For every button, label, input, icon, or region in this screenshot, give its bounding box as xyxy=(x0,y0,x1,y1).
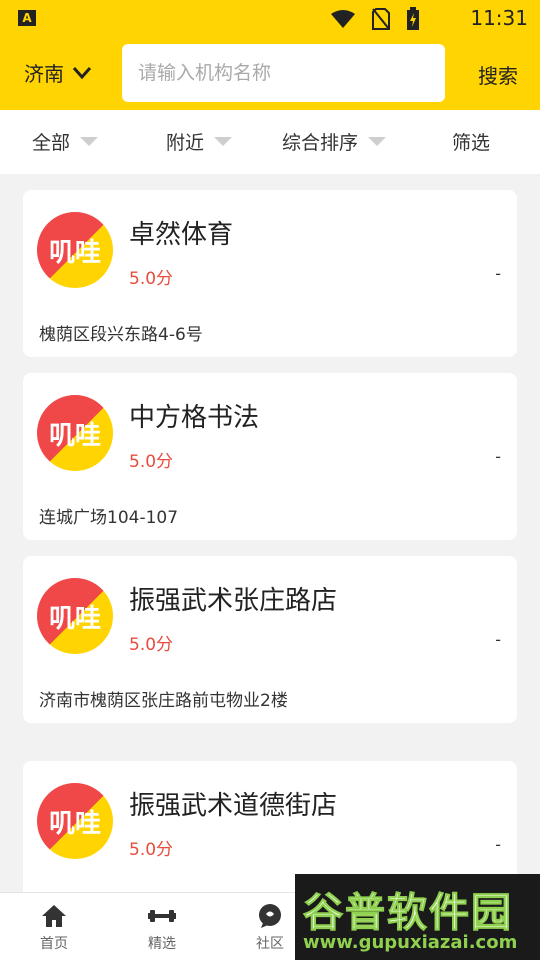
org-rating: 5.0分 xyxy=(129,269,174,289)
dropdown-arrow-icon xyxy=(214,137,233,146)
battery-charging-icon xyxy=(407,7,419,30)
top-bar: 济南 搜索 xyxy=(0,36,540,110)
org-logo: 叽哇 xyxy=(37,212,113,288)
org-address: 连城广场104-107 xyxy=(39,508,179,528)
org-distance: - xyxy=(495,447,501,466)
org-name: 卓然体育 xyxy=(129,220,234,250)
org-logo: 叽哇 xyxy=(37,783,113,859)
org-rating: 5.0分 xyxy=(129,635,174,655)
org-card[interactable]: 叽哇 中方格书法 5.0分 - 连城广场104-107 xyxy=(23,373,517,540)
filter-all[interactable]: 全部 xyxy=(32,128,99,155)
org-address: 济南市槐荫区张庄路前屯物业2楼 xyxy=(39,691,288,711)
dropdown-arrow-icon xyxy=(80,137,99,146)
filter-nearby-label: 附近 xyxy=(166,132,205,154)
nav-community-label: 社区 xyxy=(256,936,284,952)
org-logo: 叽哇 xyxy=(37,578,113,654)
nav-featured[interactable]: 精选 xyxy=(132,903,192,953)
org-rating: 5.0分 xyxy=(129,840,174,860)
city-selector[interactable]: 济南 xyxy=(24,58,92,87)
watermark-url: www.gupuxiazai.com xyxy=(303,932,518,953)
search-input[interactable] xyxy=(122,44,445,102)
org-card[interactable]: 叽哇 振强武术张庄路店 5.0分 - 济南市槐荫区张庄路前屯物业2楼 xyxy=(23,556,517,723)
org-name: 振强武术道德街店 xyxy=(129,791,338,821)
app-notification-icon: A xyxy=(18,10,36,26)
wifi-icon xyxy=(331,10,355,28)
dumbbell-icon xyxy=(148,910,176,922)
filter-screen[interactable]: 筛选 xyxy=(452,128,490,155)
city-label: 济南 xyxy=(24,62,64,86)
status-bar: A 11:31 xyxy=(0,0,540,36)
watermark-overlay: 谷普软件园 www.gupuxiazai.com xyxy=(295,874,540,960)
org-rating: 5.0分 xyxy=(129,452,174,472)
home-icon xyxy=(42,905,66,927)
watermark-title: 谷普软件园 xyxy=(303,890,513,937)
filter-sort[interactable]: 综合排序 xyxy=(282,128,387,155)
chat-icon xyxy=(259,904,281,928)
org-name: 中方格书法 xyxy=(129,403,260,433)
chevron-down-icon xyxy=(72,66,92,79)
filter-bar: 全部 附近 综合排序 筛选 xyxy=(0,110,540,174)
filter-nearby[interactable]: 附近 xyxy=(166,128,233,155)
nav-home[interactable]: 首页 xyxy=(24,903,84,953)
no-sim-icon xyxy=(372,8,390,30)
nav-home-label: 首页 xyxy=(40,936,68,952)
org-logo: 叽哇 xyxy=(37,395,113,471)
org-card[interactable]: 叽哇 卓然体育 5.0分 - 槐荫区段兴东路4-6号 xyxy=(23,190,517,357)
org-distance: - xyxy=(495,630,501,649)
org-distance: - xyxy=(495,264,501,283)
filter-sort-label: 综合排序 xyxy=(282,132,359,154)
org-address: 槐荫区段兴东路4-6号 xyxy=(39,325,203,345)
org-distance: - xyxy=(495,835,501,854)
filter-all-label: 全部 xyxy=(32,132,71,154)
org-card[interactable]: 叽哇 振强武术道德街店 5.0分 - xyxy=(23,761,517,892)
org-name: 振强武术张庄路店 xyxy=(129,586,338,616)
search-button[interactable]: 搜索 xyxy=(478,60,518,89)
clock: 11:31 xyxy=(470,6,528,30)
filter-screen-label: 筛选 xyxy=(452,132,491,154)
nav-featured-label: 精选 xyxy=(148,936,176,952)
dropdown-arrow-icon xyxy=(368,137,387,146)
nav-community[interactable]: 社区 xyxy=(240,903,300,953)
